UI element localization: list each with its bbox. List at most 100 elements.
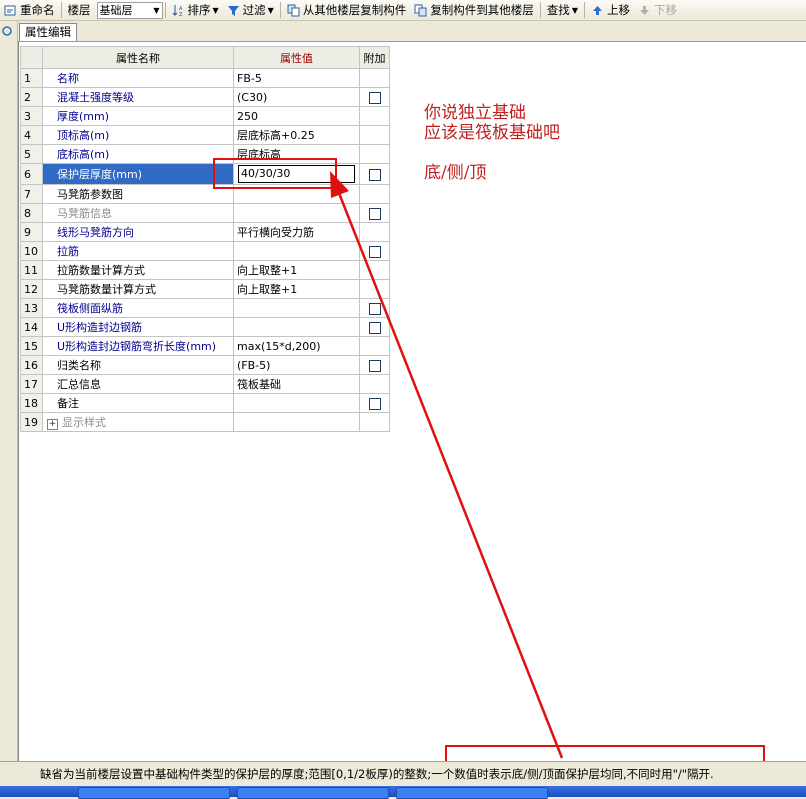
table-row[interactable]: 13 筏板侧面纵筋 xyxy=(20,298,390,318)
property-add-cell xyxy=(359,144,390,164)
property-value[interactable]: 250 xyxy=(233,106,360,126)
append-checkbox[interactable] xyxy=(368,207,381,220)
filter-icon xyxy=(227,4,240,17)
append-checkbox[interactable] xyxy=(368,397,381,410)
property-name: 归类名称 xyxy=(42,355,234,375)
property-value[interactable]: 向上取整+1 xyxy=(233,279,360,299)
annotation-line-1: 你说独立基础 xyxy=(424,103,526,123)
grid-header-value[interactable]: 属性值 xyxy=(233,46,360,69)
table-row[interactable]: 8 马凳筋信息 xyxy=(20,203,390,223)
property-name-label: 名称 xyxy=(57,72,79,85)
find-label: 查找 xyxy=(546,3,570,17)
sort-az-icon: AZ xyxy=(172,4,185,18)
property-name-label: 马凳筋数量计算方式 xyxy=(57,283,156,296)
property-name-label: 线形马凳筋方向 xyxy=(57,226,134,239)
property-name-label: 备注 xyxy=(57,397,79,410)
floor-select[interactable]: 基础层 ▼ xyxy=(96,1,163,19)
property-name-label: 汇总信息 xyxy=(57,378,101,391)
row-number: 19 xyxy=(20,412,43,432)
table-row[interactable]: 19 + 显示样式 xyxy=(20,412,390,432)
table-row[interactable]: 1 名称 FB-5 xyxy=(20,68,390,88)
property-add-cell xyxy=(359,125,390,145)
left-panel-strip xyxy=(0,21,18,761)
property-name: 拉筋 xyxy=(42,241,234,261)
table-row[interactable]: 4 顶标高(m) 层底标高+0.25 xyxy=(20,125,390,145)
property-value[interactable] xyxy=(233,393,360,413)
table-row[interactable]: 10 拉筋 xyxy=(20,241,390,261)
copy-from-floor-button[interactable]: 从其他楼层复制构件 xyxy=(283,1,411,19)
table-row[interactable]: 2 混凝土强度等级 (C30) xyxy=(20,87,390,107)
table-row[interactable]: 16 归类名称 (FB-5) xyxy=(20,355,390,375)
table-row[interactable]: 18 备注 xyxy=(20,393,390,413)
chevron-down-icon: ▼ xyxy=(571,5,578,15)
filter-button[interactable]: 过滤 ▼ xyxy=(223,1,278,19)
table-row[interactable]: 3 厚度(mm) 250 xyxy=(20,106,390,126)
property-value[interactable] xyxy=(233,412,360,432)
property-add-cell xyxy=(359,317,390,337)
grid-header-row: 属性名称 属性值 附加 xyxy=(20,46,390,69)
property-name: 筏板侧面纵筋 xyxy=(42,298,234,318)
expand-plus-icon[interactable]: + xyxy=(47,419,58,430)
property-value[interactable]: (C30) xyxy=(233,87,360,107)
grid-header-add[interactable]: 附加 xyxy=(359,46,390,69)
append-checkbox[interactable] xyxy=(368,168,381,181)
table-row[interactable]: 11 拉筋数量计算方式 向上取整+1 xyxy=(20,260,390,280)
property-value[interactable] xyxy=(233,317,360,337)
append-checkbox[interactable] xyxy=(368,91,381,104)
table-row[interactable]: 14 U形构造封边钢筋 xyxy=(20,317,390,337)
property-add-cell xyxy=(359,374,390,394)
property-name-label: U形构造封边钢筋 xyxy=(57,321,143,334)
property-value[interactable]: 向上取整+1 xyxy=(233,260,360,280)
grid-header-name[interactable]: 属性名称 xyxy=(42,46,234,69)
append-checkbox[interactable] xyxy=(368,245,381,258)
rename-button[interactable]: 重命名 xyxy=(0,1,59,19)
taskbar-button[interactable] xyxy=(78,787,230,799)
toolbar-separator xyxy=(164,2,166,18)
property-value[interactable] xyxy=(233,203,360,223)
find-button[interactable]: 查找 ▼ xyxy=(543,1,582,19)
tab-property-edit[interactable]: 属性编辑 xyxy=(19,23,77,41)
property-name-label: 顶标高(m) xyxy=(57,129,110,142)
sort-label: 排序 xyxy=(187,3,211,17)
property-value[interactable]: 筏板基础 xyxy=(233,374,360,394)
property-name-label: 厚度(mm) xyxy=(57,110,110,123)
property-add-cell xyxy=(359,298,390,318)
property-add-cell xyxy=(359,393,390,413)
table-row[interactable]: 9 线形马凳筋方向 平行横向受力筋 xyxy=(20,222,390,242)
property-value[interactable]: (FB-5) xyxy=(233,355,360,375)
copy-from-icon xyxy=(287,4,300,17)
append-checkbox[interactable] xyxy=(368,321,381,334)
property-name: 拉筋数量计算方式 xyxy=(42,260,234,280)
search-icon[interactable] xyxy=(1,25,15,39)
taskbar-button[interactable] xyxy=(396,787,548,799)
property-value[interactable]: 平行横向受力筋 xyxy=(233,222,360,242)
append-checkbox[interactable] xyxy=(368,302,381,315)
taskbar-button[interactable] xyxy=(237,787,389,799)
property-name: + 显示样式 xyxy=(42,412,234,432)
row-number: 3 xyxy=(20,106,43,126)
move-up-button[interactable]: 上移 xyxy=(587,1,634,19)
chevron-down-icon: ▼ xyxy=(267,5,274,15)
table-row[interactable]: 17 汇总信息 筏板基础 xyxy=(20,374,390,394)
property-name: 马凳筋信息 xyxy=(42,203,234,223)
table-row[interactable]: 15 U形构造封边钢筋弯折长度(mm) max(15*d,200) xyxy=(20,336,390,356)
property-name: 马凳筋数量计算方式 xyxy=(42,279,234,299)
copy-to-floor-button[interactable]: 复制构件到其他楼层 xyxy=(410,1,538,19)
property-name-label: 马凳筋信息 xyxy=(57,207,112,220)
annotation-line-3: 底/侧/顶 xyxy=(424,163,487,183)
property-value[interactable]: FB-5 xyxy=(233,68,360,88)
property-name: 顶标高(m) xyxy=(42,125,234,145)
property-name-label: 保护层厚度(mm) xyxy=(57,168,143,181)
sort-button[interactable]: AZ 排序 ▼ xyxy=(168,1,223,19)
property-value[interactable]: 层底标高+0.25 xyxy=(233,125,360,145)
property-grid: 属性名称 属性值 附加 1 名称 FB-5 2 混凝土强度等级 (C30) 3 厚度(mm) 2… xyxy=(20,46,390,432)
property-add-cell xyxy=(359,336,390,356)
property-value[interactable] xyxy=(233,241,360,261)
property-add-cell xyxy=(359,87,390,107)
property-add-cell xyxy=(359,222,390,242)
property-value[interactable]: max(15*d,200) xyxy=(233,336,360,356)
move-down-button[interactable]: 下移 xyxy=(634,1,681,19)
append-checkbox[interactable] xyxy=(368,359,381,372)
table-row[interactable]: 12 马凳筋数量计算方式 向上取整+1 xyxy=(20,279,390,299)
property-value[interactable] xyxy=(233,298,360,318)
